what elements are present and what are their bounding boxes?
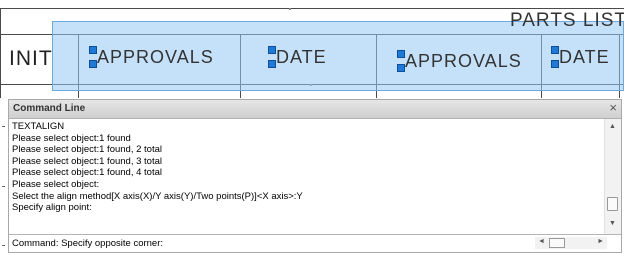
grip-handle[interactable]	[268, 46, 276, 54]
command-line-titlebar[interactable]: Command Line ×	[9, 100, 621, 119]
scroll-left-icon[interactable]: ◄	[538, 238, 545, 245]
parts-list-title[interactable]: PARTS LIST	[510, 11, 624, 30]
command-history-line: Please select object:1 found, 3 total	[12, 155, 162, 167]
margin-tick	[2, 245, 5, 246]
grip-handle[interactable]	[268, 60, 276, 68]
date-label-1[interactable]: DATE	[276, 48, 327, 66]
table-top-line	[0, 8, 624, 9]
horizontal-scrollbar[interactable]: ◄ ►	[535, 237, 607, 249]
horizontal-scroll-thumb[interactable]	[549, 238, 565, 248]
command-line-title: Command Line	[13, 103, 86, 114]
command-history-line: Please select object:1 found	[12, 132, 131, 144]
command-history-line: Please select object:1 found, 2 total	[12, 144, 162, 156]
margin-tick	[2, 186, 5, 187]
scroll-thumb[interactable]	[607, 197, 618, 211]
vertical-scrollbar[interactable]: ▲ ▼	[604, 119, 621, 234]
command-history-line: Please select object:	[12, 178, 100, 190]
table-left-border	[0, 8, 1, 98]
margin-tick	[2, 126, 5, 127]
command-history-line: Select the align method[X axis(X)/Y axis…	[12, 190, 303, 202]
command-history-line: Specify align point:	[12, 202, 92, 214]
grip-handle[interactable]	[89, 46, 97, 54]
command-history-line: Please select object:1 found, 4 total	[12, 167, 162, 179]
date-label-2[interactable]: DATE	[559, 48, 610, 66]
grip-handle[interactable]	[89, 60, 97, 68]
grip-handle[interactable]	[397, 64, 405, 72]
snap-marker	[289, 8, 291, 10]
command-history-line: TEXTALIGN	[12, 121, 65, 132]
command-input[interactable]: Command: Specify opposite corner:	[12, 238, 163, 249]
close-icon[interactable]: ×	[609, 101, 617, 115]
approvals-label-1[interactable]: APPROVALS	[97, 48, 214, 66]
approvals-label-2[interactable]: APPROVALS	[405, 52, 522, 70]
grip-handle[interactable]	[551, 60, 559, 68]
scroll-down-icon[interactable]: ▼	[609, 220, 616, 227]
scroll-up-icon[interactable]: ▲	[609, 123, 616, 130]
grip-handle[interactable]	[397, 50, 405, 58]
command-input-bar[interactable]: Command: Specify opposite corner: ◄ ►	[9, 234, 621, 252]
drawing-canvas[interactable]: PARTS LIST INIT APPROVALS DATE APPROVALS…	[0, 0, 624, 98]
command-line-palette: Command Line × TEXTALIGN Please select ob…	[8, 99, 622, 253]
init-label[interactable]: INIT	[9, 48, 53, 69]
grip-handle[interactable]	[551, 46, 559, 54]
scroll-right-icon[interactable]: ►	[597, 238, 604, 245]
command-history: TEXTALIGN Please select object:1 found Ple…	[12, 121, 602, 233]
